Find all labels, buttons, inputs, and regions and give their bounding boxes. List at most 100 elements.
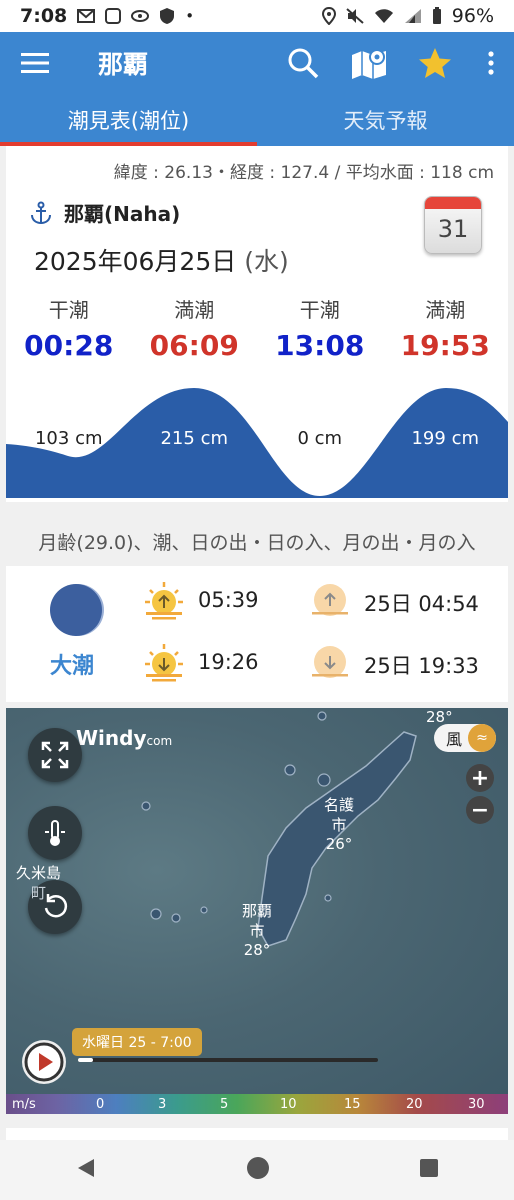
sunrise-icon [145, 582, 183, 620]
moonrise-icon [312, 584, 348, 616]
map-label-kumejima: 久米島 町 [16, 864, 61, 903]
tide-label: 干潮 [299, 298, 340, 322]
map-button[interactable] [336, 47, 402, 79]
tide-time: 13:08 [275, 329, 365, 362]
city-suffix: 町 [31, 883, 47, 902]
favorite-button[interactable] [402, 47, 468, 79]
city-temperature: 26° [325, 835, 353, 853]
wind-speed-scale: m/s 0 3 5 10 15 20 30 [6, 1094, 508, 1114]
tide-height: 199 cm [411, 428, 479, 449]
status-time: 7:08 [20, 5, 68, 27]
system-icons: 96% [321, 5, 494, 27]
more-vert-icon [488, 51, 494, 75]
city-name: 久米島 [16, 864, 62, 882]
city-name: 名護 [324, 796, 355, 814]
tide-entry: 干潮 13:08 [257, 294, 383, 362]
tide-entry: 干潮 00:28 [6, 294, 132, 362]
zoom-out-button[interactable]: − [466, 796, 494, 824]
more-options-button[interactable] [468, 51, 514, 75]
tide-card: 緯度 : 26.13・経度 : 127.4 / 平均水面 : 118 cm 那覇… [6, 146, 508, 502]
tide-heights: 103 cm 215 cm 0 cm 199 cm [6, 428, 508, 449]
calendar-button[interactable]: 31 [424, 196, 482, 254]
tide-height: 0 cm [297, 428, 343, 449]
scale-unit: m/s [12, 1096, 36, 1112]
home-button[interactable] [245, 1155, 271, 1185]
anchor-icon [31, 201, 51, 224]
sunset-time: 19:26 [198, 650, 259, 674]
mute-icon [346, 8, 364, 24]
star-icon [419, 48, 451, 78]
wind-layer-icon: ≈ [468, 724, 496, 752]
tab-bar: 潮見表(潮位) 天気予報 [0, 94, 514, 146]
app-bar: 那覇 [0, 32, 514, 94]
calendar-day: 31 [437, 215, 469, 243]
recents-button[interactable] [418, 1157, 440, 1183]
menu-icon [21, 53, 49, 73]
date-text: 2025年06月25日 [34, 247, 237, 276]
moonset-icon [312, 646, 348, 678]
windy-map[interactable]: Windycom 風 ≈ + − 名護 市 26° 那覇 市 28° 久米島 町… [6, 708, 508, 1114]
map-label-nago: 名護 市 26° [324, 796, 354, 855]
timeline-slider[interactable] [78, 1058, 378, 1062]
tide-type-label: 大潮 [50, 654, 95, 679]
date-display: 2025年06月25日 (水) [34, 242, 289, 278]
search-button[interactable] [270, 47, 336, 79]
play-button[interactable] [22, 1040, 66, 1084]
moonrise-time: 25日 04:54 [364, 592, 479, 616]
scale-tick: 0 [96, 1096, 105, 1112]
windy-logo-suffix: com [146, 734, 173, 748]
map-label-naha: 那覇 市 28° [242, 902, 272, 961]
mail-icon [77, 9, 96, 23]
fullscreen-button[interactable] [28, 728, 82, 782]
thermometer-icon [45, 820, 65, 846]
page-title: 那覇 [98, 50, 149, 79]
back-icon [77, 1159, 94, 1177]
sun-moon-card: 大潮 05:39 19:26 25日 04:54 25日 19:33 [6, 566, 508, 702]
sunrise-time: 05:39 [198, 588, 259, 612]
sunset-icon [145, 644, 183, 682]
signal-icon [404, 9, 421, 23]
zoom-in-button[interactable]: + [466, 764, 494, 792]
layer-selector[interactable]: 風 ≈ [433, 724, 496, 752]
layer-label: 風 [445, 730, 462, 749]
back-button[interactable] [74, 1156, 98, 1184]
scale-tick: 10 [280, 1096, 297, 1112]
scale-tick: 15 [344, 1096, 361, 1112]
location-name: 那覇(Naha) [64, 202, 181, 226]
tide-label: 干潮 [48, 298, 89, 322]
city-suffix: 市 [331, 815, 347, 834]
tide-entry: 満潮 19:53 [383, 294, 509, 362]
city-suffix: 市 [249, 921, 265, 940]
windy-logo: Windycom [76, 726, 172, 750]
scale-tick: 3 [158, 1096, 167, 1112]
moonset-time: 25日 19:33 [364, 654, 479, 678]
menu-button[interactable] [0, 52, 70, 74]
tide-label: 満潮 [425, 298, 466, 322]
scale-tick: 20 [406, 1096, 423, 1112]
scale-tick: 5 [220, 1096, 229, 1112]
city-name: 那覇 [242, 902, 273, 920]
city-temperature: 28° [243, 941, 271, 959]
moon-section-header: 月齢(29.0)、潮、日の出・日の入、月の出・月の入 [38, 532, 476, 554]
map-pin-icon [352, 49, 386, 79]
home-icon [246, 1157, 269, 1179]
city-temperature: 28° [426, 708, 453, 726]
tide-height: 215 cm [160, 428, 228, 449]
moon-phase-icon [50, 584, 102, 636]
battery-icon [432, 7, 441, 24]
tide-time: 19:53 [400, 329, 490, 362]
dot-icon: • [185, 7, 195, 25]
forecast-time-badge: 水曜日 25 - 7:00 [72, 1028, 202, 1056]
tide-label: 満潮 [174, 298, 215, 322]
eye-icon [131, 10, 150, 22]
battery-level: 96% [451, 5, 494, 27]
timeline-progress [78, 1058, 93, 1062]
tab-weather-forecast[interactable]: 天気予報 [257, 94, 514, 146]
coordinates-text: 緯度 : 26.13・経度 : 127.4 / 平均水面 : 118 cm [113, 163, 494, 183]
windy-logo-text: Windy [76, 726, 147, 750]
tide-time: 00:28 [24, 329, 114, 362]
tab-tide-table[interactable]: 潮見表(潮位) [0, 94, 257, 146]
temperature-button[interactable] [28, 806, 82, 860]
map-label-north: 28° [426, 708, 453, 728]
calendar-icon [425, 197, 481, 209]
